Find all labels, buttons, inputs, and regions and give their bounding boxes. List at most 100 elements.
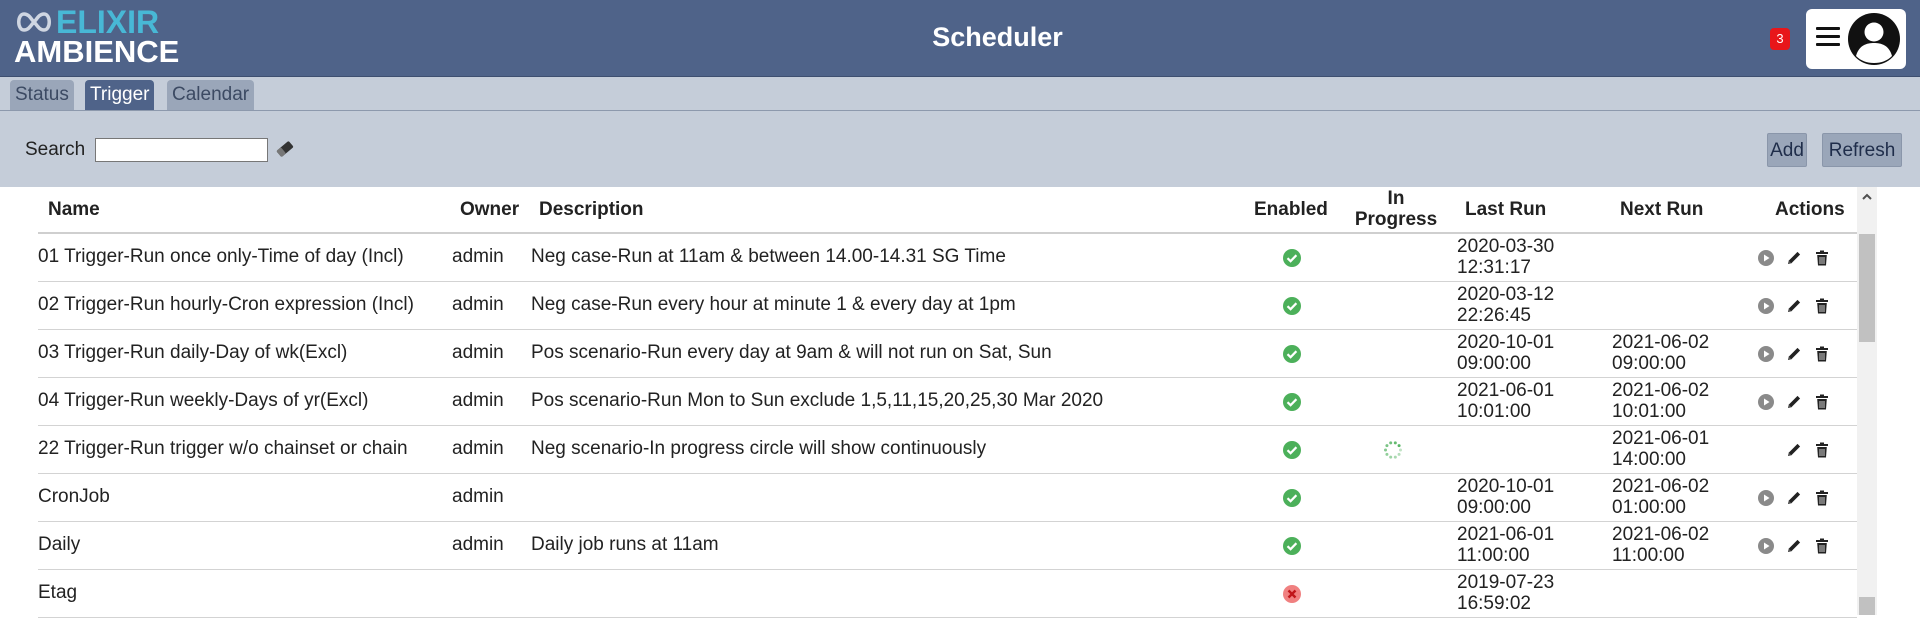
refresh-button[interactable]: Refresh: [1822, 133, 1902, 167]
check-circle-icon: [1283, 297, 1301, 315]
cell-name: Etag: [38, 582, 78, 603]
cell-next-run-time: 01:00:00: [1612, 497, 1686, 518]
trash-icon[interactable]: [1813, 441, 1831, 459]
table-row[interactable]: Daily admin Daily job runs at 11am 2021-06-…: [38, 522, 1857, 570]
trigger-table: Name Owner Description Enabled In Progre…: [0, 187, 1920, 618]
table-row[interactable]: 22 Trigger-Run trigger w/o chainset or c…: [38, 426, 1857, 474]
search-label: Search: [25, 139, 86, 160]
scrollbar-thumb[interactable]: [1859, 234, 1875, 342]
cell-last-run-date: 2020-03-12: [1457, 284, 1555, 305]
cell-last-run-time: 22:26:45: [1457, 305, 1531, 326]
tab-status[interactable]: Status: [10, 80, 74, 110]
cell-last-run-time: 09:00:00: [1457, 353, 1531, 374]
cell-last-run-time: 12:31:17: [1457, 257, 1531, 278]
app-header: ELIXIR AMBIENCE Scheduler 3: [0, 0, 1920, 77]
scrollbar-bottom[interactable]: [1859, 597, 1875, 615]
play-icon[interactable]: [1757, 297, 1775, 315]
cell-next-run-time: 10:01:00: [1612, 401, 1686, 422]
infinity-logo-icon: [17, 12, 51, 32]
cell-last-run-date: 2019-07-23: [1457, 572, 1555, 593]
tab-calendar[interactable]: Calendar: [167, 80, 255, 110]
cell-next-run-date: 2021-06-01: [1612, 428, 1710, 449]
cell-owner: admin: [452, 342, 504, 363]
cell-last-run-time: 11:00:00: [1457, 545, 1530, 566]
pencil-icon[interactable]: [1785, 249, 1803, 267]
column-header-in-progress-line1: In: [1387, 188, 1405, 209]
spinner-icon: [1383, 440, 1403, 460]
search-input[interactable]: [95, 138, 268, 162]
cell-name: 02 Trigger-Run hourly-Cron expression (I…: [38, 294, 414, 315]
cell-last-run-date: 2020-10-01: [1457, 476, 1555, 497]
cell-next-run-time: 09:00:00: [1612, 353, 1686, 374]
pencil-icon[interactable]: [1785, 441, 1803, 459]
cell-owner: admin: [452, 438, 504, 459]
table-row[interactable]: Etag 2019-07-23 16:59:02: [38, 570, 1857, 618]
cell-description: Neg scenario-In progress circle will sho…: [531, 438, 987, 459]
cell-last-run-time: 10:01:00: [1457, 401, 1531, 422]
table-row[interactable]: 04 Trigger-Run weekly-Days of yr(Excl) ad…: [38, 378, 1857, 426]
cell-last-run-time: 09:00:00: [1457, 497, 1531, 518]
vertical-scrollbar[interactable]: [1857, 187, 1877, 615]
cell-name: 01 Trigger-Run once only-Time of day (In…: [38, 246, 404, 267]
cell-name: 04 Trigger-Run weekly-Days of yr(Excl): [38, 390, 369, 411]
logo-ambience-text: AMBIENCE: [14, 34, 180, 69]
pencil-icon[interactable]: [1785, 393, 1803, 411]
trash-icon[interactable]: [1813, 393, 1831, 411]
table-row[interactable]: 01 Trigger-Run once only-Time of day (In…: [38, 234, 1857, 282]
tab-bar: Status Trigger Calendar: [0, 77, 1920, 111]
table-row[interactable]: 03 Trigger-Run daily-Day of wk(Excl) admi…: [38, 330, 1857, 378]
check-circle-icon: [1283, 345, 1301, 363]
table-row[interactable]: 02 Trigger-Run hourly-Cron expression (I…: [38, 282, 1857, 330]
column-header-in-progress-line2: Progress: [1354, 209, 1438, 230]
hamburger-menu-icon[interactable]: [1816, 27, 1840, 51]
check-circle-icon: [1283, 441, 1301, 459]
scroll-up-arrow-icon[interactable]: [1857, 187, 1877, 207]
cell-description: Pos scenario-Run every day at 9am & will…: [531, 342, 1052, 363]
toolbar: Search Add Refresh: [0, 111, 1920, 187]
elixir-ambience-logo[interactable]: ELIXIR AMBIENCE: [14, 6, 184, 68]
check-circle-icon: [1283, 489, 1301, 507]
check-circle-icon: [1283, 393, 1301, 411]
cell-description: Neg case-Run every hour at minute 1 & ev…: [531, 294, 1016, 315]
cell-last-run-date: 2021-06-01: [1457, 380, 1555, 401]
play-icon[interactable]: [1757, 489, 1775, 507]
cell-last-run-date: 2020-10-01: [1457, 332, 1555, 353]
cell-owner: admin: [452, 534, 504, 555]
notification-badge[interactable]: 3: [1770, 28, 1790, 50]
check-circle-icon: [1283, 249, 1301, 267]
tab-trigger[interactable]: Trigger: [85, 80, 155, 110]
cell-next-run-date: 2021-06-02: [1612, 476, 1710, 497]
cell-description: Neg case-Run at 11am & between 14.00-14.…: [531, 246, 1006, 267]
play-icon[interactable]: [1757, 249, 1775, 267]
pencil-icon[interactable]: [1785, 345, 1803, 363]
trash-icon[interactable]: [1813, 297, 1831, 315]
trash-icon[interactable]: [1813, 345, 1831, 363]
trash-icon[interactable]: [1813, 249, 1831, 267]
cell-last-run-time: 16:59:02: [1457, 593, 1531, 614]
play-icon[interactable]: [1757, 345, 1775, 363]
page-title: Scheduler: [932, 22, 1063, 52]
cell-owner: admin: [452, 486, 504, 507]
cell-owner: admin: [452, 294, 504, 315]
cell-name: Daily: [38, 534, 81, 555]
trash-icon[interactable]: [1813, 537, 1831, 555]
play-icon[interactable]: [1757, 393, 1775, 411]
add-button[interactable]: Add: [1767, 133, 1807, 167]
eraser-icon[interactable]: [275, 139, 295, 159]
pencil-icon[interactable]: [1785, 489, 1803, 507]
cell-description: Daily job runs at 11am: [531, 534, 719, 555]
cell-next-run-time: 14:00:00: [1612, 449, 1686, 470]
column-header-in-progress[interactable]: In Progress: [1350, 188, 1442, 233]
cell-name: 22 Trigger-Run trigger w/o chainset or c…: [38, 438, 408, 459]
user-avatar-icon[interactable]: [1846, 12, 1902, 66]
cell-name: 03 Trigger-Run daily-Day of wk(Excl): [38, 342, 348, 363]
x-circle-icon: [1283, 585, 1301, 603]
trash-icon[interactable]: [1813, 489, 1831, 507]
play-icon[interactable]: [1757, 537, 1775, 555]
cell-next-run-date: 2021-06-02: [1612, 524, 1710, 545]
pencil-icon[interactable]: [1785, 537, 1803, 555]
user-menu[interactable]: [1806, 9, 1906, 69]
table-row[interactable]: CronJob admin 2020-10-01 09:00:00 2021-06-02…: [38, 474, 1857, 522]
pencil-icon[interactable]: [1785, 297, 1803, 315]
cell-next-run-date: 2021-06-02: [1612, 332, 1710, 353]
